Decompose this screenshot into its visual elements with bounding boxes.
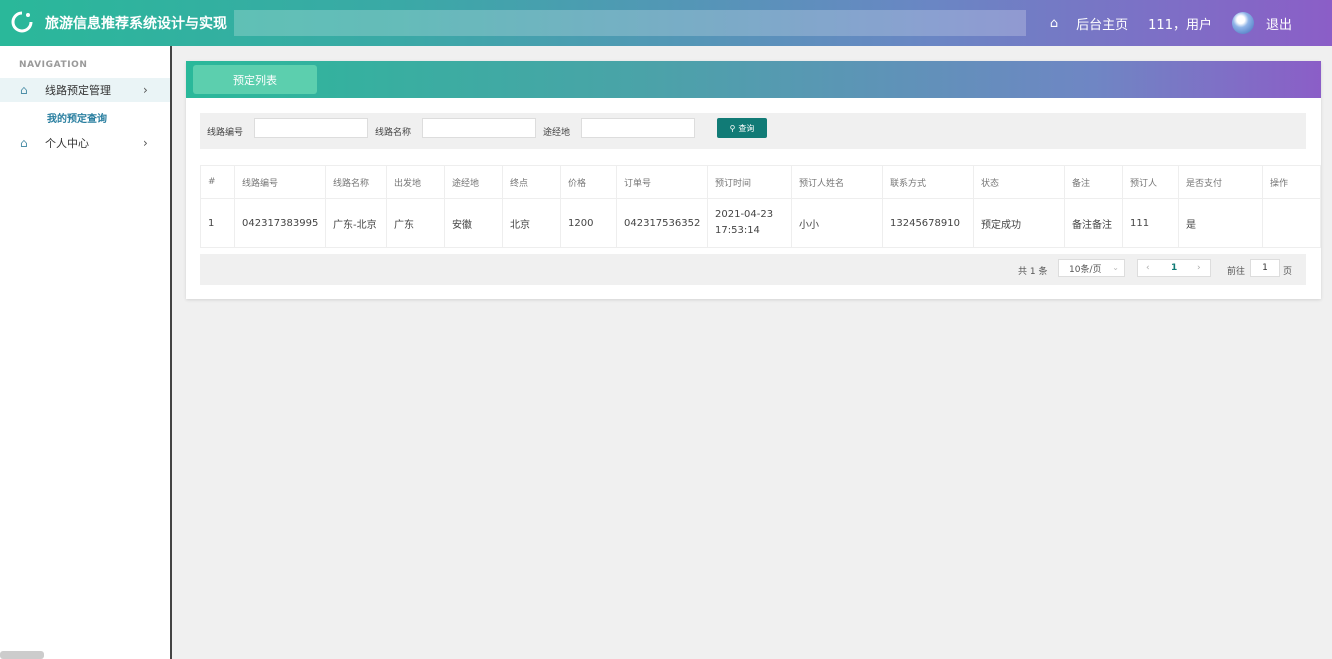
- booking-list-panel: 预定列表 线路编号 线路名称 途经地 ⚲ 查询 # 线路编号 线路名称 出发地 …: [186, 61, 1321, 299]
- page-size-value: 10条/页: [1069, 264, 1102, 275]
- total-count: 共 1 条: [1018, 267, 1048, 277]
- cell: 小小: [791, 198, 883, 248]
- query-button[interactable]: ⚲ 查询: [717, 118, 767, 138]
- table-row: 1 042317383995 广东-北京 广东 安徽 北京 1200 04231…: [200, 198, 1321, 248]
- col-header[interactable]: #: [200, 165, 235, 199]
- col-header[interactable]: 线路名称: [325, 165, 387, 199]
- col-header[interactable]: 终点: [502, 165, 561, 199]
- cell: 13245678910: [882, 198, 974, 248]
- avatar[interactable]: [1231, 12, 1254, 34]
- cell: 1200: [560, 198, 617, 248]
- sidebar: NAVIGATION ⌂ 线路预定管理 › 我的预定查询 ⌂ 个人中心 ›: [0, 46, 172, 659]
- sidebar-subitem-my-bookings[interactable]: 我的预定查询: [47, 110, 107, 125]
- cell: 安徽: [444, 198, 503, 248]
- cell: 备注备注: [1064, 198, 1123, 248]
- admin-home-link[interactable]: 后台主页: [1076, 14, 1128, 33]
- sidebar-item-personal-center[interactable]: ⌂ 个人中心 ›: [0, 131, 170, 155]
- table-header-row: # 线路编号 线路名称 出发地 途经地 终点 价格 订单号 预订时间 预订人姓名…: [200, 165, 1321, 199]
- col-header[interactable]: 线路编号: [234, 165, 326, 199]
- query-label: 查询: [738, 123, 755, 133]
- cell: 预定成功: [973, 198, 1065, 248]
- cell: 042317383995: [234, 198, 326, 248]
- home-icon: ⌂: [20, 136, 28, 150]
- goto-page-input[interactable]: 1: [1250, 259, 1280, 277]
- col-header[interactable]: 预订人姓名: [791, 165, 883, 199]
- col-header[interactable]: 订单号: [616, 165, 708, 199]
- user-name: 111，用户: [1148, 17, 1212, 33]
- cell: 2021-04-23 17:53:14: [707, 198, 792, 248]
- sidebar-item-label: 个人中心: [45, 137, 89, 150]
- route-name-label: 线路名称: [375, 128, 412, 138]
- chevron-down-icon: ⌄: [1112, 263, 1119, 272]
- sidebar-item-label: 线路预定管理: [45, 84, 111, 97]
- header-banner: [234, 10, 1026, 36]
- col-header[interactable]: 预订人: [1122, 165, 1179, 199]
- home-icon[interactable]: ⌂: [1050, 16, 1058, 31]
- top-bar: 旅游信息推荐系统设计与实现 ⌂ 后台主页 111，用户 退出: [0, 0, 1332, 46]
- col-header[interactable]: 是否支付: [1178, 165, 1263, 199]
- via-input[interactable]: [581, 118, 695, 138]
- col-header[interactable]: 操作: [1262, 165, 1321, 199]
- via-label: 途经地: [543, 128, 571, 138]
- col-header[interactable]: 预订时间: [707, 165, 792, 199]
- panel-header: 预定列表: [186, 61, 1321, 98]
- page-unit-label: 页: [1283, 267, 1293, 277]
- home-icon: ⌂: [20, 83, 28, 97]
- cell: 042317536352: [616, 198, 708, 248]
- pagination: 共 1 条 10条/页 ⌄ ‹ 1 › 前往 1 页: [200, 254, 1306, 285]
- goto-label: 前往: [1227, 267, 1246, 277]
- chevron-right-icon: ›: [143, 136, 148, 150]
- route-no-label: 线路编号: [207, 128, 244, 138]
- col-header[interactable]: 备注: [1064, 165, 1123, 199]
- col-header[interactable]: 价格: [560, 165, 617, 199]
- cell: 是: [1178, 198, 1263, 248]
- col-header[interactable]: 状态: [973, 165, 1065, 199]
- logo-icon: [11, 11, 33, 33]
- booking-table: # 线路编号 线路名称 出发地 途经地 终点 价格 订单号 预订时间 预订人姓名…: [200, 165, 1321, 248]
- col-header[interactable]: 联系方式: [882, 165, 974, 199]
- route-name-input[interactable]: [422, 118, 536, 138]
- app-title: 旅游信息推荐系统设计与实现: [45, 16, 227, 32]
- current-page[interactable]: 1: [1171, 263, 1177, 273]
- col-header[interactable]: 出发地: [386, 165, 445, 199]
- cell: 广东: [386, 198, 445, 248]
- filter-bar: 线路编号 线路名称 途经地 ⚲ 查询: [200, 113, 1306, 149]
- route-no-input[interactable]: [254, 118, 368, 138]
- cell: 111: [1122, 198, 1179, 248]
- horizontal-scrollbar[interactable]: [0, 651, 44, 659]
- search-icon: ⚲: [729, 123, 736, 133]
- col-header[interactable]: 途经地: [444, 165, 503, 199]
- page-navigator: ‹ 1 ›: [1137, 259, 1211, 277]
- page-size-select[interactable]: 10条/页 ⌄: [1058, 259, 1125, 277]
- logout-link[interactable]: 退出: [1266, 14, 1292, 33]
- header-actions: ⌂ 后台主页 111，用户 退出: [1050, 0, 1292, 46]
- next-page-icon[interactable]: ›: [1197, 263, 1201, 273]
- cell: [1262, 198, 1321, 248]
- prev-page-icon[interactable]: ‹: [1146, 263, 1150, 273]
- chevron-right-icon: ›: [143, 83, 148, 97]
- cell: 北京: [502, 198, 561, 248]
- tab-booking-list[interactable]: 预定列表: [193, 65, 317, 94]
- sidebar-item-route-booking[interactable]: ⌂ 线路预定管理 ›: [0, 78, 170, 102]
- cell: 广东-北京: [325, 198, 387, 248]
- nav-caption: NAVIGATION: [19, 60, 88, 70]
- cell: 1: [200, 198, 235, 248]
